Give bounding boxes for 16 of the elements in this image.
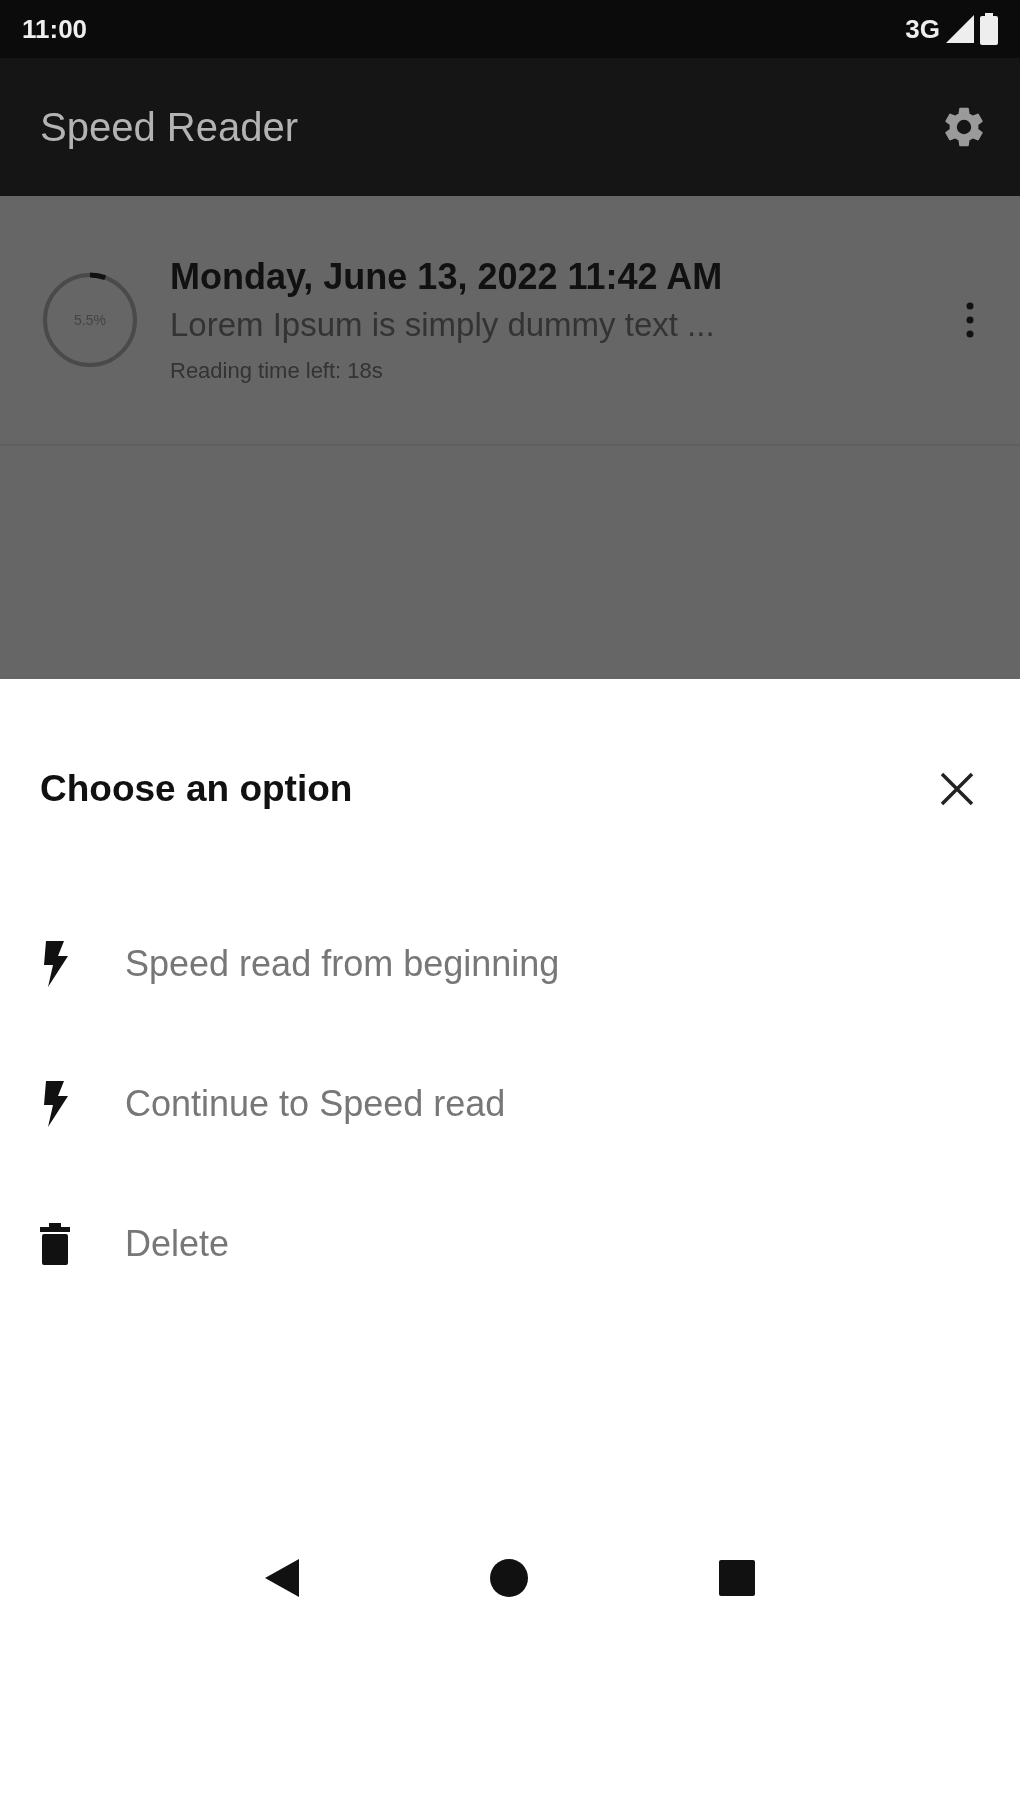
sheet-title: Choose an option [40, 768, 353, 810]
option-item[interactable]: Speed read from beginning [0, 894, 1020, 1034]
option-item[interactable]: Delete [0, 1174, 1020, 1314]
home-icon [490, 1558, 528, 1597]
status-time: 11:00 [22, 13, 88, 45]
close-icon [940, 772, 974, 806]
document-title: Monday, June 13, 2022 11:42 AM [170, 256, 724, 298]
option-item[interactable]: Continue to Speed read [0, 1034, 1020, 1174]
signal-icon [946, 15, 974, 43]
more-icon [966, 302, 974, 338]
network-label: 3G [905, 13, 940, 45]
app-title: Speed Reader [40, 104, 298, 150]
trash-icon [40, 1223, 70, 1265]
back-icon [265, 1558, 300, 1597]
battery-icon [980, 13, 998, 45]
recents-icon [718, 1559, 755, 1596]
